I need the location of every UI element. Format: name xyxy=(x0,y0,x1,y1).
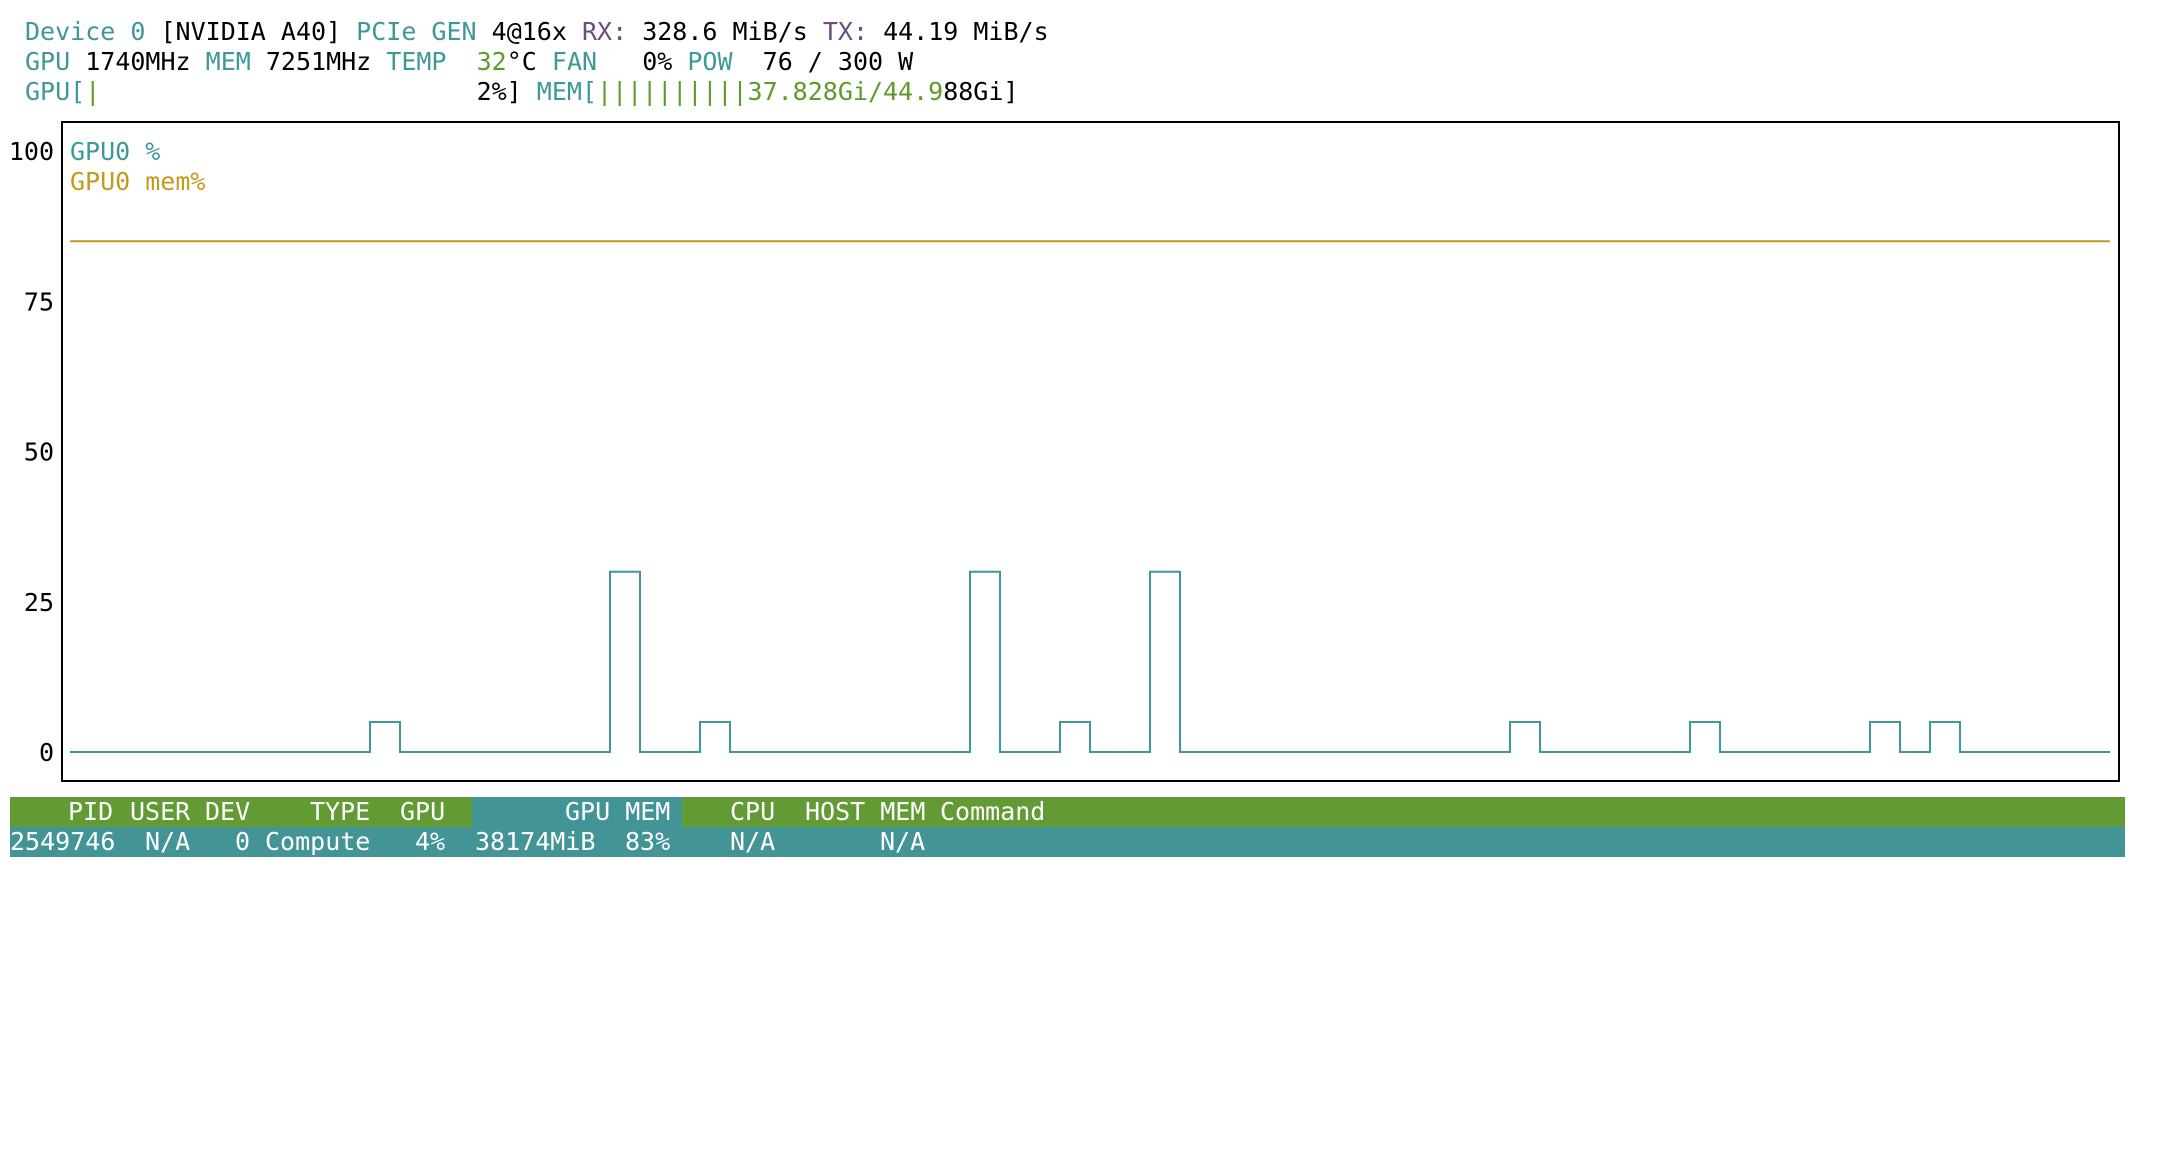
pcie-value: 4@16x xyxy=(491,17,567,46)
chart-frame xyxy=(61,121,2120,782)
legend-entry: GPU0 % xyxy=(70,137,160,166)
process-pid: 2549746 xyxy=(10,827,116,856)
header-gpu[interactable]: GPU xyxy=(400,797,445,827)
gpu-bar-label: GPU[ xyxy=(25,77,86,106)
gpu-bar-value: 2%] xyxy=(476,77,522,106)
mem-clock-label: MEM xyxy=(205,47,251,76)
fan-value: 0% xyxy=(642,47,673,76)
y-axis-ticks: 100 75 50 25 0 xyxy=(9,137,54,767)
utilization-bars-line: GPU[| 2%] MEM[||||||||||37.828Gi/44.988G… xyxy=(25,77,1018,107)
y-tick-label: 0 xyxy=(39,738,54,767)
temp-unit: °C xyxy=(506,47,537,76)
process-host-mem: N/A xyxy=(880,827,926,856)
legend-entry: GPU0 mem% xyxy=(70,167,205,196)
process-cpu: N/A xyxy=(730,827,776,856)
header-host-mem[interactable]: HOST MEM xyxy=(805,797,925,827)
y-tick-label: 50 xyxy=(24,438,54,467)
tx-value: 44.19 MiB/s xyxy=(883,17,1049,46)
rx-value: 328.6 MiB/s xyxy=(642,17,808,46)
clocks-line: GPU 1740MHz MEM 7251MHz TEMP 32°C FAN 0%… xyxy=(25,47,913,77)
header-dev[interactable]: DEV xyxy=(205,797,250,827)
process-row[interactable]: 2549746 N/A 0 Compute 4% 38174MiB 83% N/… xyxy=(10,827,2125,857)
header-gpu-mem[interactable]: GPU MEM xyxy=(565,797,670,827)
pow-label: POW xyxy=(687,47,733,76)
device-info-line: Device 0 [NVIDIA A40] PCIe GEN 4@16x RX:… xyxy=(25,17,1049,47)
process-gpu-mem-pct: 83% xyxy=(625,827,671,856)
y-tick-label: 75 xyxy=(24,287,54,316)
header-cpu[interactable]: CPU xyxy=(730,797,775,827)
process-gpu: 4% xyxy=(415,827,446,856)
temp-value: 32 xyxy=(476,47,507,76)
fan-label: FAN xyxy=(551,47,598,76)
process-user: N/A xyxy=(145,827,191,856)
gpu-clock-label: GPU xyxy=(25,47,71,76)
device-label: Device 0 xyxy=(25,17,146,46)
mem-bar-fill: |||||||||| xyxy=(597,77,748,106)
gpu-usage-chart: 100 75 50 25 0 GPU0 %GPU0 mem% xyxy=(9,121,2120,782)
process-type: Compute xyxy=(265,827,371,856)
pcie-label: PCIe GEN xyxy=(356,17,477,46)
header-pid[interactable]: PID xyxy=(68,797,113,827)
mem-bar-value-rest: 88Gi] xyxy=(943,77,1019,106)
mem-bar-value-used: 37.828Gi/44.9 xyxy=(747,77,944,106)
gpu-bar-fill: | xyxy=(85,77,101,106)
rx-label: RX: xyxy=(581,17,628,46)
series-line xyxy=(70,570,2110,753)
tx-label: TX: xyxy=(822,17,868,46)
header-user[interactable]: USER xyxy=(130,797,190,827)
mem-bar-label: MEM[ xyxy=(536,77,598,106)
chart-series xyxy=(70,240,2110,753)
device-name: [NVIDIA A40] xyxy=(160,17,342,46)
y-tick-label: 25 xyxy=(24,588,54,617)
header-command[interactable]: Command xyxy=(940,797,1045,827)
y-tick-label: 100 xyxy=(9,137,54,166)
gpu-clock-value: 1740MHz xyxy=(85,47,191,76)
header-type[interactable]: TYPE xyxy=(310,797,370,827)
mem-clock-value: 7251MHz xyxy=(265,47,372,76)
process-gpu-mem: 38174MiB xyxy=(475,827,596,856)
process-table-header: PID USER DEV TYPE GPU GPU MEM CPU HOST M… xyxy=(10,797,2125,827)
process-dev: 0 xyxy=(235,827,251,856)
pow-value: 76 / 300 W xyxy=(762,47,914,76)
temp-label: TEMP xyxy=(386,47,447,76)
chart-legend: GPU0 %GPU0 mem% xyxy=(70,137,205,196)
